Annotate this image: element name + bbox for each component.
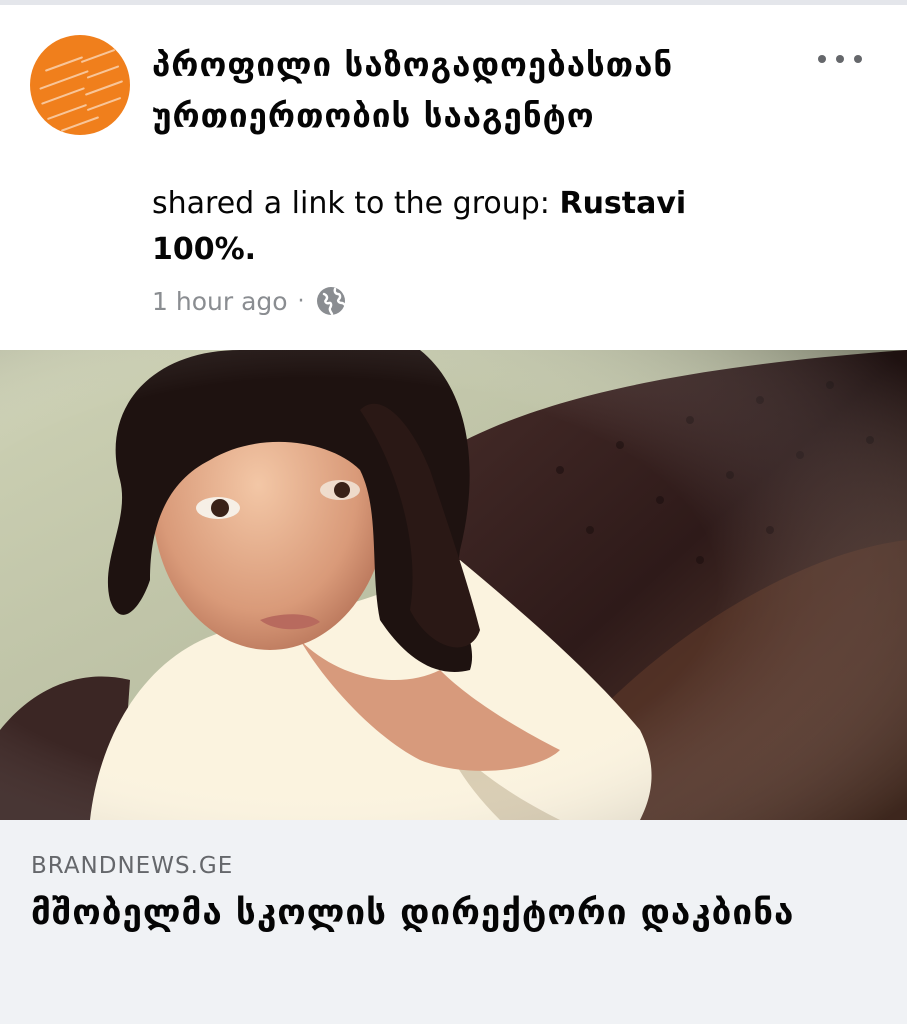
post-timestamp[interactable]: 1 hour ago bbox=[152, 287, 288, 316]
more-dot bbox=[818, 55, 826, 63]
more-dot bbox=[854, 55, 862, 63]
meta-separator: · bbox=[297, 288, 305, 314]
link-preview-image[interactable] bbox=[0, 350, 907, 820]
more-options-button[interactable] bbox=[818, 45, 862, 73]
author-name[interactable]: პროფილი საზოგადოებასთან ურთიერთობის სააგ… bbox=[152, 39, 792, 141]
post-meta: 1 hour ago · bbox=[152, 281, 347, 321]
avatar[interactable] bbox=[30, 35, 130, 135]
globe-icon bbox=[316, 287, 346, 316]
link-domain: BRANDNEWS.GE bbox=[31, 853, 234, 879]
shared-text: shared a link to the group: bbox=[152, 186, 550, 221]
link-title[interactable]: მშობელმა სკოლის დირექტორი დაკბინა bbox=[31, 888, 871, 939]
post-header: პროფილი საზოგადოებასთან ურთიერთობის სააგ… bbox=[0, 5, 907, 350]
more-dot bbox=[836, 55, 844, 63]
link-preview-footer[interactable]: BRANDNEWS.GE მშობელმა სკოლის დირექტორი დ… bbox=[0, 820, 907, 1024]
photo-illustration bbox=[0, 350, 907, 820]
shared-description: shared a link to the group: Rustavi 100%… bbox=[152, 181, 772, 273]
